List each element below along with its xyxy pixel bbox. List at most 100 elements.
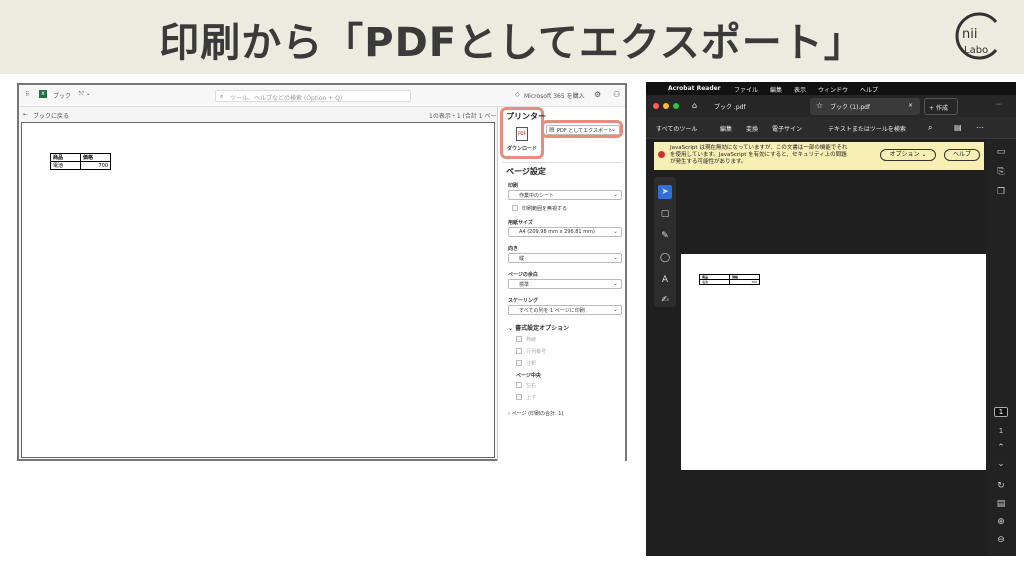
zoom-window-button[interactable] (673, 103, 679, 109)
user-icon[interactable]: ⚇ (613, 90, 620, 99)
ignore-area-checkbox[interactable] (512, 205, 518, 211)
rotate-icon[interactable]: ↻ (994, 481, 1008, 491)
workbook-name[interactable]: ブック (53, 91, 71, 100)
buy-m365-link[interactable]: Microsoft 365 を購入 (524, 91, 585, 100)
vertical-center-label: 上下 (526, 395, 537, 401)
comments-checkbox[interactable] (516, 360, 522, 366)
printer-heading: プリンター (506, 112, 546, 121)
sign-tool-icon[interactable]: ✍ (658, 293, 672, 307)
minimize-window-button[interactable] (663, 103, 669, 109)
pages-toggle[interactable]: › ページ (印刷の合計: 1) (508, 410, 563, 417)
vertical-center-checkbox[interactable] (516, 394, 522, 400)
table-cell: 700 (729, 279, 760, 285)
comment-tool-icon[interactable]: ▢ (658, 207, 672, 221)
page-number-input[interactable]: 1 (994, 407, 1008, 417)
zoom-in-icon[interactable]: ⊕ (994, 517, 1008, 527)
chevron-down-icon: ⌄ (610, 126, 616, 133)
star-icon[interactable]: ☆ (816, 101, 823, 110)
chevron-down-icon: ⌄ (612, 306, 618, 313)
paper-size-select[interactable]: A4 (209.98 mm x 296.81 mm) ⌄ (508, 227, 622, 237)
tool-sign[interactable]: 電子サイン (772, 124, 802, 133)
orientation-select[interactable]: 縦 ⌄ (508, 253, 622, 263)
preview-table: 商品 価格 電池 700 (50, 153, 111, 170)
chevron-down-icon: ⌄ (612, 228, 618, 235)
acrobat-toolbar: すべてのツール 編集 変換 電子サイン テキストまたはツールを検索 ⌕ ▤ ⋯ (646, 117, 1016, 139)
table-row: 電池 700 (699, 279, 760, 285)
headings-checkbox[interactable] (516, 348, 522, 354)
tool-all[interactable]: すべてのツール (656, 124, 697, 133)
back-to-workbook-link[interactable]: ブックに戻る (33, 111, 69, 120)
divider (502, 162, 622, 163)
page-total: 1 (998, 427, 1004, 435)
pen-tool-icon[interactable]: ✎ (658, 229, 672, 243)
format-options-toggle[interactable]: ⌄ 書式設定オプション (508, 323, 569, 332)
print-what-select[interactable]: 作業中のシート ⌄ (508, 190, 622, 200)
logo-icon: nii Labo (955, 12, 998, 60)
warning-text: JavaScript は現在無効になっていますが、この文書は一部の機能でそれを使… (670, 145, 848, 165)
chevron-up-icon[interactable]: ⌃ (994, 443, 1008, 453)
scaling-value: すべての列を 1 ページに印刷 (519, 308, 585, 314)
chevron-down-icon[interactable]: ⌄ (994, 459, 1008, 469)
copy-icon[interactable]: ❐ (994, 187, 1008, 197)
format-options-heading: 書式設定オプション (515, 325, 570, 332)
page-count: 1の表示・1 (合計 1 ページ) (429, 113, 505, 120)
comment-panel-icon[interactable]: ▭ (994, 147, 1008, 157)
table-row: 電池 700 (50, 161, 111, 170)
tab-book-1[interactable]: ☆ ブック (1).pdf × (810, 98, 920, 115)
select-tool-icon[interactable]: ➤ (658, 185, 672, 199)
gridlines-checkbox[interactable] (516, 336, 522, 342)
gear-icon[interactable]: ⚙ (594, 90, 601, 99)
chevron-down-icon: ⌄ (612, 191, 618, 198)
print-label: 印刷 (508, 183, 519, 189)
app-launcher-icon[interactable]: ⠿ (25, 91, 29, 98)
search-tools-label[interactable]: テキストまたはツールを検索 (828, 124, 906, 133)
svg-text:Labo: Labo (964, 45, 988, 56)
table-cell: 700 (80, 161, 111, 170)
margins-select[interactable]: 標準 ⌄ (508, 279, 622, 289)
search-icon[interactable]: ⌕ (928, 123, 932, 133)
more-icon[interactable]: ⋯ (976, 123, 984, 132)
scaling-select[interactable]: すべての列を 1 ページに印刷 ⌄ (508, 305, 622, 315)
create-button[interactable]: + 作成 (924, 98, 958, 115)
more-icon[interactable]: ⋯ (996, 101, 1002, 108)
excel-print-window: ⠿ x ブック ⤲ ⌄ ⌕ ツール、ヘルプなどの検索 (Option + Q) … (17, 83, 627, 461)
menu-item[interactable]: Acrobat Reader (668, 85, 721, 92)
close-tab-icon[interactable]: × (908, 102, 913, 109)
menu-item[interactable]: ファイル (734, 85, 758, 94)
scaling-label: スケーリング (508, 298, 539, 304)
printer-select[interactable]: ▤ PDF としてエクスポート ⌄ (546, 125, 620, 135)
print-settings-panel: プリンター PDF ダウンロード ▤ PDF としてエクスポート ⌄ ページ設定… (497, 107, 625, 461)
download-label: ダウンロード (507, 146, 538, 152)
tool-convert[interactable]: 変換 (746, 124, 758, 133)
pdf-table: 商品 価格 電池 700 (699, 274, 760, 285)
printer-value: PDF としてエクスポート (557, 128, 614, 134)
mac-menubar: Acrobat Reader ファイル 編集 表示 ウィンドウ ヘルプ (646, 82, 1016, 95)
lasso-tool-icon[interactable]: ◯ (658, 251, 672, 265)
paper-size-value: A4 (209.98 mm x 296.81 mm) (519, 229, 595, 235)
text-tool-icon[interactable]: A (658, 273, 672, 287)
options-button[interactable]: オプション ⌄ (880, 149, 936, 161)
page-icon[interactable]: ▤ (994, 499, 1008, 509)
download-button[interactable]: PDF ダウンロード (506, 125, 538, 155)
sync-icon[interactable]: ⤲ ⌄ (79, 90, 91, 98)
pdf-icon: ▤ (549, 126, 555, 133)
tool-edit[interactable]: 編集 (720, 124, 732, 133)
zoom-out-icon[interactable]: ⊖ (994, 535, 1008, 545)
menu-item[interactable]: 編集 (770, 85, 782, 94)
save-icon[interactable]: ▤ (954, 123, 962, 132)
search-input[interactable]: ⌕ ツール、ヘルプなどの検索 (Option + Q) (215, 90, 411, 102)
tab-book[interactable]: ブック .pdf (706, 98, 806, 115)
home-icon[interactable]: ⌂ (692, 101, 697, 110)
pdf-page: 商品 価格 電池 700 (681, 254, 986, 470)
menu-item[interactable]: 表示 (794, 85, 806, 94)
menu-item[interactable]: ヘルプ (860, 85, 878, 94)
help-button[interactable]: ヘルプ (944, 149, 980, 161)
close-window-button[interactable] (653, 103, 659, 109)
horizontal-center-checkbox[interactable] (516, 382, 522, 388)
pdf-icon: PDF (516, 127, 528, 141)
menu-item[interactable]: ウィンドウ (818, 85, 848, 94)
excel-topbar: ⠿ x ブック ⤲ ⌄ ⌕ ツール、ヘルプなどの検索 (Option + Q) … (19, 85, 625, 107)
excel-icon: x (39, 90, 47, 98)
back-arrow-icon[interactable]: ← (23, 111, 28, 118)
export-icon[interactable]: ⎘ (994, 167, 1008, 177)
